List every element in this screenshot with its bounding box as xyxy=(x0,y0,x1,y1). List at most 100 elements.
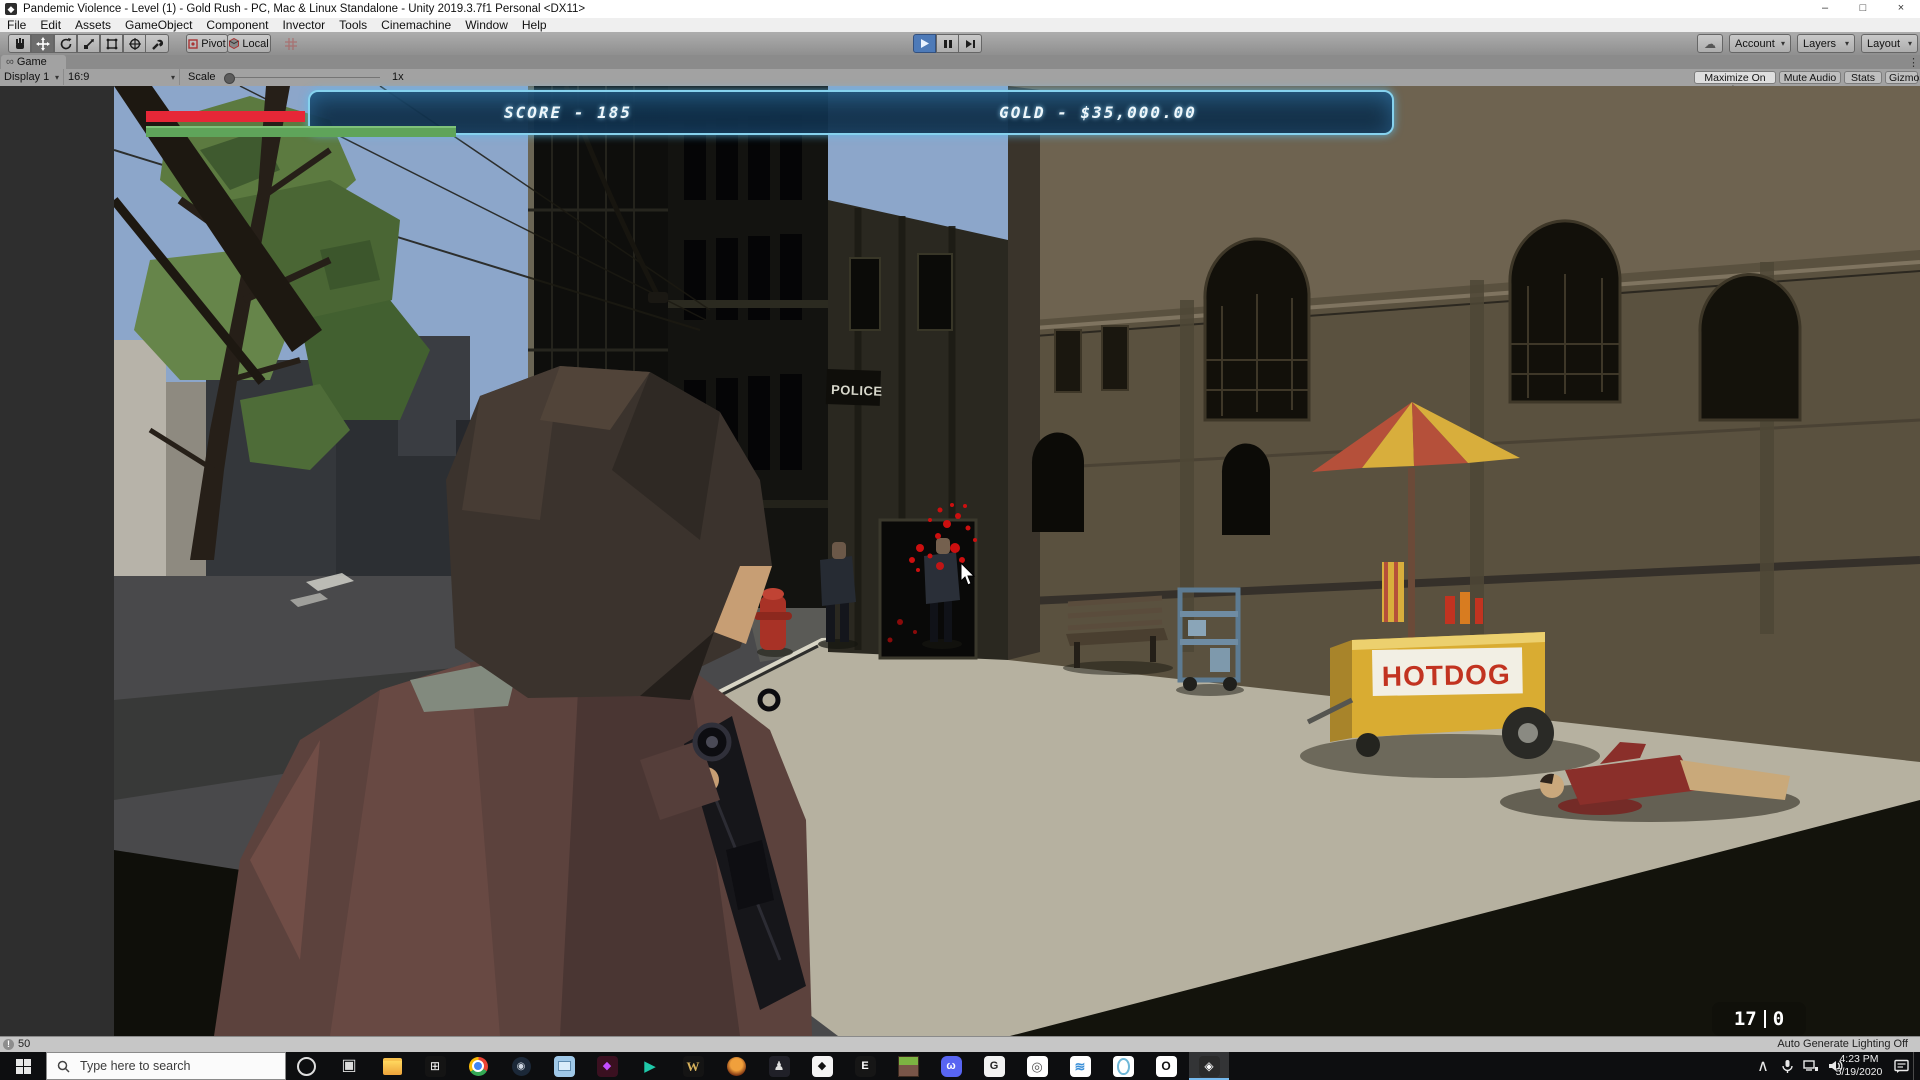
account-dropdown[interactable]: Account▾ xyxy=(1729,34,1791,53)
character-app-icon[interactable]: ♟ xyxy=(759,1052,799,1080)
health-bar xyxy=(146,111,305,122)
unity-logo-icon: ◆ xyxy=(5,3,17,15)
close-button[interactable]: × xyxy=(1882,0,1920,18)
chevron-down-icon: ▾ xyxy=(1908,39,1912,48)
scale-slider-track[interactable] xyxy=(228,77,380,78)
transform-tool-icon[interactable] xyxy=(123,34,146,53)
show-desktop-button[interactable] xyxy=(1913,1052,1920,1080)
clock-time: 4:23 PM xyxy=(1830,1053,1888,1066)
maximize-button[interactable]: □ xyxy=(1844,0,1882,18)
layers-dropdown[interactable]: Layers▾ xyxy=(1797,34,1855,53)
menu-item-window[interactable]: Window xyxy=(458,18,515,32)
battlenet-icon[interactable] xyxy=(716,1052,756,1080)
window-title: Pandemic Violence - Level (1) - Gold Rus… xyxy=(23,3,585,15)
egg-app-icon[interactable] xyxy=(1103,1052,1143,1080)
pivot-toggle-button[interactable]: Pivot xyxy=(186,34,228,53)
ammo-current: 17 xyxy=(1734,1008,1757,1030)
pause-button[interactable] xyxy=(936,34,959,53)
taskbar-clock[interactable]: 4:23 PM 5/19/2020 xyxy=(1830,1053,1888,1079)
menu-item-edit[interactable]: Edit xyxy=(33,18,68,32)
menu-item-component[interactable]: Component xyxy=(199,18,275,32)
teal-arrow-app-icon[interactable]: ▶ xyxy=(630,1052,670,1080)
scale-label: Scale xyxy=(188,71,216,83)
cloud-collab-icon[interactable]: ☁ xyxy=(1697,34,1723,53)
chrome-icon[interactable] xyxy=(458,1052,498,1080)
lighting-status-text: Auto Generate Lighting Off xyxy=(1777,1038,1908,1050)
discord-icon[interactable]: ω xyxy=(931,1052,971,1080)
pivot-icon xyxy=(188,39,198,49)
microphone-icon[interactable] xyxy=(1776,1052,1798,1080)
microsoft-store-icon[interactable]: ⊞ xyxy=(415,1052,455,1080)
chevron-down-icon: ▾ xyxy=(171,73,175,82)
display-dropdown[interactable]: Display 1▾ xyxy=(0,69,64,85)
minecraft-icon[interactable] xyxy=(888,1052,928,1080)
scale-slider-knob[interactable] xyxy=(224,73,235,84)
chevron-down-icon: ▾ xyxy=(1781,39,1785,48)
menu-item-assets[interactable]: Assets xyxy=(68,18,118,32)
hud-score-panel: SCORE - 185 GOLD - $35,000.00 xyxy=(308,90,1394,135)
scale-value: 1x xyxy=(392,71,404,83)
chevron-down-icon: ▾ xyxy=(1845,39,1849,48)
cortana-icon[interactable] xyxy=(286,1052,326,1080)
move-tool-icon[interactable] xyxy=(31,34,54,53)
custom-tool-icon[interactable] xyxy=(146,34,169,53)
scale-tool-icon[interactable] xyxy=(77,34,100,53)
music-app-icon[interactable]: ◎ xyxy=(1017,1052,1057,1080)
taskbar-search[interactable] xyxy=(46,1052,286,1080)
task-view-icon[interactable]: ▣ xyxy=(329,1052,369,1080)
console-warning-icon[interactable]: ! xyxy=(3,1039,14,1050)
stats-toggle[interactable]: Stats xyxy=(1844,71,1882,84)
ammo-reserve: 0 xyxy=(1773,1008,1784,1030)
local-toggle-button[interactable]: Local xyxy=(227,34,271,53)
mute-audio-toggle[interactable]: Mute Audio xyxy=(1779,71,1841,84)
menu-item-cinemachine[interactable]: Cinemachine xyxy=(374,18,458,32)
menu-item-gameobject[interactable]: GameObject xyxy=(118,18,199,32)
rotate-tool-icon[interactable] xyxy=(54,34,77,53)
action-center-icon[interactable] xyxy=(1890,1052,1912,1080)
menu-item-tools[interactable]: Tools xyxy=(332,18,374,32)
stamina-bar xyxy=(146,126,456,137)
epic-games-icon[interactable]: E xyxy=(845,1052,885,1080)
laptop-device-icon[interactable] xyxy=(544,1052,584,1080)
minimize-button[interactable]: – xyxy=(1806,0,1844,18)
start-button[interactable] xyxy=(0,1052,46,1080)
rect-tool-icon[interactable] xyxy=(100,34,123,53)
menu-item-file[interactable]: File xyxy=(0,18,33,32)
ammo-counter: 17 0 xyxy=(1712,1002,1806,1036)
tab-game[interactable]: ∞ Game xyxy=(1,55,66,69)
file-explorer-icon[interactable] xyxy=(372,1052,412,1080)
game-view-toolbar: Display 1▾ 16:9▾ Scale 1x Maximize On Pl… xyxy=(0,69,1920,87)
steam-icon[interactable]: ◉ xyxy=(501,1052,541,1080)
menu-item-help[interactable]: Help xyxy=(515,18,554,32)
inkscape-icon[interactable]: ◆ xyxy=(802,1052,842,1080)
gizmos-dropdown[interactable]: Gizmos▾ xyxy=(1885,71,1918,84)
menu-item-invector[interactable]: Invector xyxy=(275,18,332,32)
oculus-icon[interactable]: O xyxy=(1146,1052,1186,1080)
game-viewport: POLICE xyxy=(0,86,1920,1036)
play-button[interactable] xyxy=(913,34,936,53)
wifi-app-icon[interactable]: ≋ xyxy=(1060,1052,1100,1080)
grid-snap-icon[interactable] xyxy=(284,37,298,56)
panel-menu-icon[interactable]: ⋮ xyxy=(1908,56,1919,69)
tray-chevron-icon[interactable]: ∧ xyxy=(1752,1052,1774,1080)
gog-icon[interactable]: G xyxy=(974,1052,1014,1080)
unity-editor-icon[interactable]: ◈ xyxy=(1189,1052,1229,1080)
wow-icon[interactable]: W xyxy=(673,1052,713,1080)
maximize-on-play-toggle[interactable]: Maximize On Play xyxy=(1694,71,1776,84)
title-bar: ◆ Pandemic Violence - Level (1) - Gold R… xyxy=(0,0,1920,18)
unity-editor-window: ◆ Pandemic Violence - Level (1) - Gold R… xyxy=(0,0,1920,1080)
windows-logo-icon xyxy=(16,1059,31,1074)
local-cube-icon xyxy=(229,38,239,49)
hud-gold-text: GOLD - $35,000.00 xyxy=(999,103,1197,122)
step-button[interactable] xyxy=(959,34,982,53)
menu-bar: File Edit Assets GameObject Component In… xyxy=(0,18,1920,33)
network-icon[interactable] xyxy=(1800,1052,1822,1080)
layout-dropdown[interactable]: Layout▾ xyxy=(1861,34,1918,53)
hand-tool-icon[interactable] xyxy=(8,34,31,53)
panel-tab-bar: ∞ Game ⋮ xyxy=(0,55,1920,70)
hotdog-sign: HOTDOG xyxy=(1382,659,1511,692)
gem-app-icon[interactable]: ◆ xyxy=(587,1052,627,1080)
aspect-ratio-dropdown[interactable]: 16:9▾ xyxy=(64,69,180,85)
search-input[interactable] xyxy=(78,1058,262,1074)
console-message-count[interactable]: 50 xyxy=(18,1038,30,1050)
